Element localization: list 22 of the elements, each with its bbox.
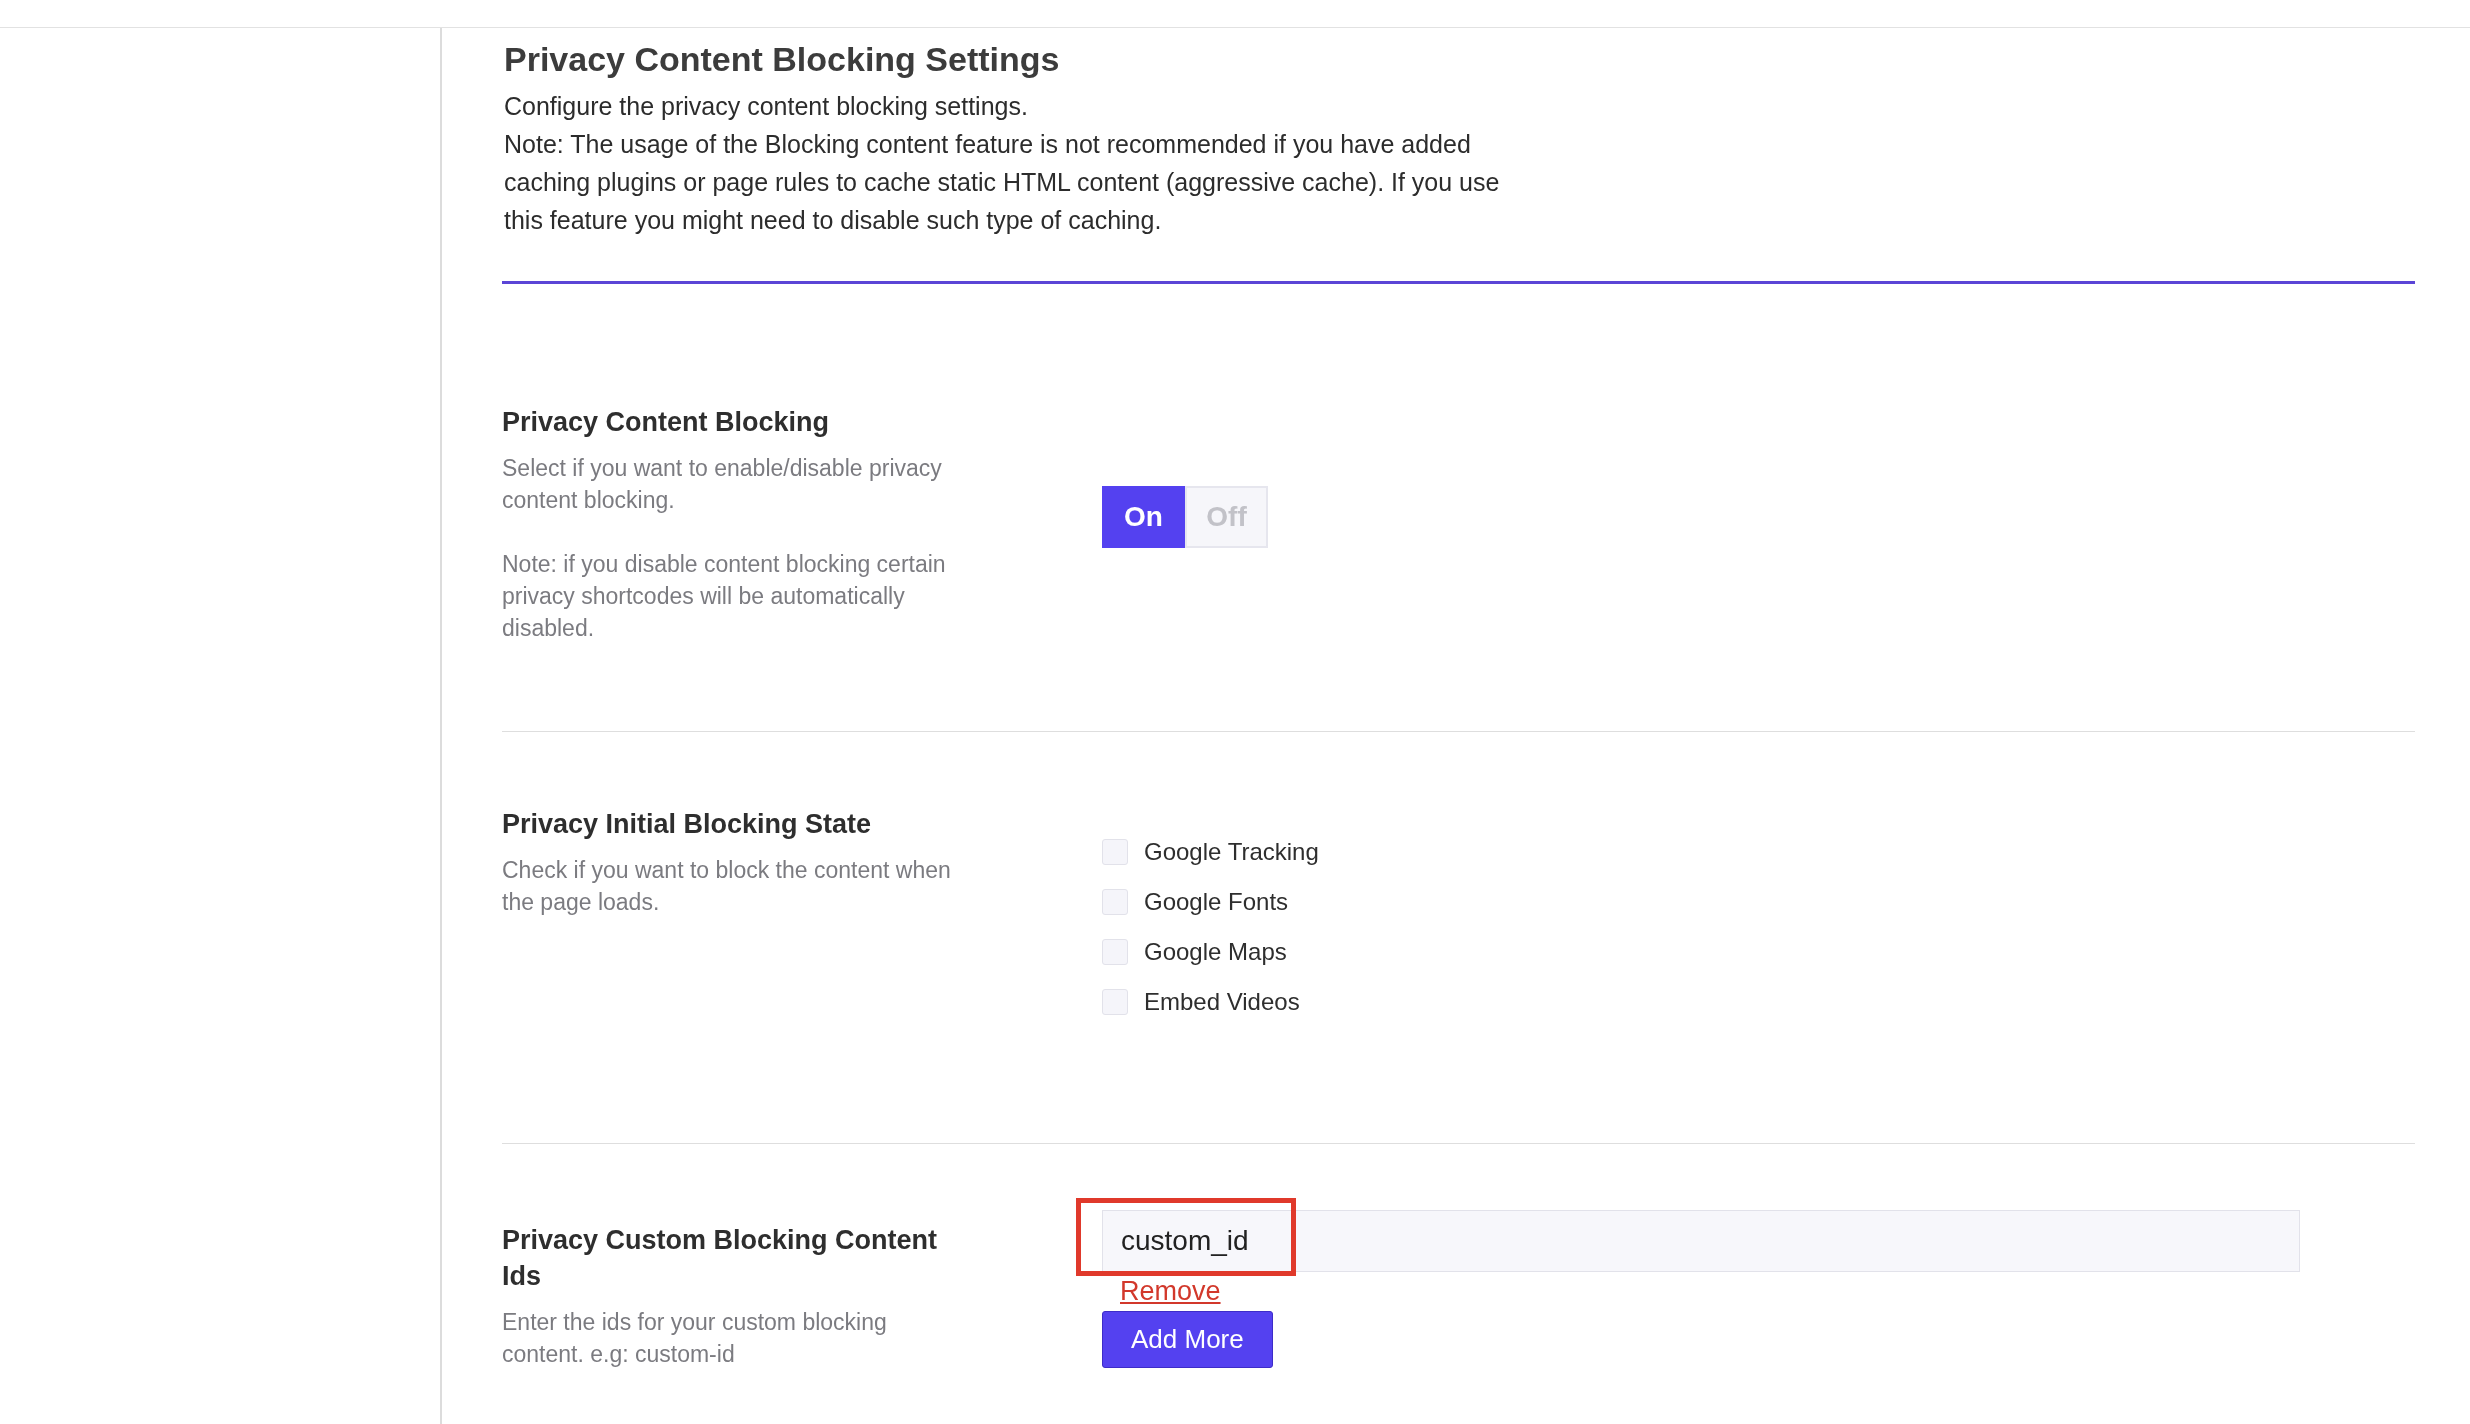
- checkbox-label: Google Maps: [1144, 938, 1287, 966]
- setting-description: Enter the ids for your custom blocking content. e.g: custom-id: [502, 1308, 888, 1369]
- add-more-button[interactable]: Add More: [1102, 1311, 1273, 1368]
- checkbox-label: Google Fonts: [1144, 888, 1289, 916]
- checkbox-label: Embed Videos: [1144, 988, 1300, 1016]
- setting-title: Privacy Initial Blocking State: [502, 808, 873, 841]
- setting-title: Privacy Content Blocking: [502, 406, 831, 439]
- setting-description: Check if you want to block the content when the page loads.: [502, 856, 952, 917]
- checkbox[interactable]: [1102, 939, 1128, 965]
- description-text: Note: The usage of the Blocking content feature is not recommended if you have added caching plugins or page rules to cache static HTML content (aggressive cache). If you use this feature you might need to disable such type of caching.: [504, 129, 1501, 236]
- setting-description: Select if you want to enable/disable privacy content blocking.: [502, 454, 943, 515]
- setting-title: Privacy Custom Blocking Content Ids: [502, 1224, 939, 1293]
- checkbox[interactable]: [1102, 889, 1128, 915]
- checkbox-label: Google Tracking: [1144, 838, 1319, 866]
- page-title: Privacy Content Blocking Settings: [504, 40, 1061, 79]
- description-text: Configure the privacy content blocking settings.: [504, 91, 1029, 122]
- setting-description: Note: if you disable content blocking certain privacy shortcodes will be automatically disabled.: [502, 550, 947, 643]
- checkbox[interactable]: [1102, 839, 1128, 865]
- on-toggle-option[interactable]: On: [1102, 486, 1185, 548]
- remove-link[interactable]: Remove: [1120, 1276, 1221, 1307]
- id-input-field[interactable]: custom_id: [1102, 1210, 2300, 1272]
- checkbox[interactable]: [1102, 989, 1128, 1015]
